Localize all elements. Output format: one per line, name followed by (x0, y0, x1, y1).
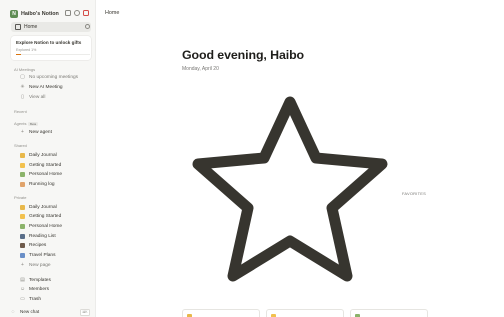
sidebar-item-label: Getting Started (29, 214, 62, 219)
plus-icon: + (21, 262, 24, 268)
wave-icon (20, 214, 25, 219)
wave-icon (20, 163, 25, 168)
section-agents: Agents Beta (14, 121, 38, 126)
section-recent: Recent (14, 109, 27, 114)
sidebar-item-label: New AI Meeting (29, 85, 63, 90)
airplane-icon (20, 253, 25, 258)
sidebar-item-label: Personal Home (29, 172, 63, 177)
workspace-switcher[interactable]: N Haibo's Notion (4, 8, 92, 20)
topbar: Home (96, 0, 504, 22)
sidebar-item-label: Templates (29, 278, 51, 283)
sidebar-item-shared-daily-journal[interactable]: Daily Journal (20, 151, 57, 160)
home-icon (15, 24, 21, 30)
favorites-label: FAVORITES (402, 191, 426, 196)
new-chat-label: New chat (20, 309, 40, 314)
section-agents-label: Agents (14, 121, 27, 126)
sparkle-icon: ✳ (20, 84, 25, 90)
section-ai-meetings: AI Meetings (14, 67, 36, 72)
section-private: Private (14, 195, 27, 200)
books-icon (20, 234, 25, 239)
templates-icon: ▤ (20, 277, 25, 283)
search-icon[interactable] (85, 24, 90, 29)
trash-icon: ▭ (20, 296, 25, 302)
sidebar-item-label: Travel Plans (29, 253, 56, 258)
chat-icon: ◌ (11, 308, 15, 315)
section-shared: Shared (14, 143, 27, 148)
members-icon: ☺ (19, 286, 26, 292)
sidebar-item-label: Getting Started (29, 163, 62, 168)
sidebar-item-shared-running-log[interactable]: Running log (20, 180, 55, 189)
sidebar-item-home[interactable]: Home (11, 22, 91, 32)
sidebar-item-daily-journal[interactable]: Daily Journal (20, 203, 57, 212)
calendar-icon: ▢ (20, 74, 25, 80)
plus-icon: + (21, 129, 24, 135)
sidebar-item-label: Running log (29, 182, 55, 187)
sidebar-item-label: Members (29, 287, 49, 292)
beta-badge: Beta (28, 121, 38, 126)
notebook-icon (20, 153, 25, 158)
sidebar-item-reading-list[interactable]: Reading List (20, 232, 56, 241)
runner-icon (20, 182, 25, 187)
sidebar-item-trash[interactable]: ▭ Trash (20, 295, 41, 304)
star-outline (192, 96, 388, 282)
promo-subtitle: Explored 1% (16, 48, 37, 52)
sidebar-item-personal-home[interactable]: Personal Home (20, 222, 62, 231)
new-chat-button[interactable]: ◌ New chat ⌘K (10, 307, 92, 316)
sidebar-item-label: Recipes (29, 243, 47, 248)
sidebar-item-shared-personal-home[interactable]: Personal Home (20, 170, 62, 179)
sidebar-item-label: Personal Home (29, 224, 63, 229)
recent-page-card[interactable] (182, 309, 260, 317)
house-icon (20, 224, 25, 229)
sidebar-item-new-agent[interactable]: + New agent (20, 128, 52, 137)
promo-progress-fill (16, 54, 22, 56)
recent-page-card[interactable] (266, 309, 344, 317)
sidebar-item-getting-started[interactable]: Getting Started (20, 212, 61, 221)
sidebar-item-travel-plans[interactable]: Travel Plans (20, 251, 55, 260)
breadcrumb[interactable]: Home (105, 10, 119, 16)
sidebar-item-new-ai-meeting[interactable]: ✳ New AI Meeting (20, 83, 63, 92)
sidebar-item-view-all[interactable]: ▯ View all (20, 93, 45, 102)
sidebar-item-shared-getting-started[interactable]: Getting Started (20, 161, 61, 170)
sidebar-item-no-meetings[interactable]: ▢ No upcoming meetings (20, 73, 78, 82)
promo-card[interactable]: Explore Notion to unlock gifts Explored … (11, 36, 91, 60)
sidebar-item-new-page[interactable]: + New page (20, 261, 51, 270)
pan-icon (20, 243, 25, 248)
new-page-icon[interactable] (83, 10, 89, 16)
sidebar-item-templates[interactable]: ▤ Templates (20, 276, 51, 285)
page-icon: ▯ (21, 94, 24, 100)
page-title: Good evening, Haibo (182, 48, 305, 62)
sidebar-item-label: Daily Journal (29, 205, 57, 210)
sidebar: N Haibo's Notion Home Explore Notion to … (0, 0, 96, 317)
inbox-icon[interactable] (65, 10, 71, 16)
date-label: Monday, April 20 (182, 66, 219, 72)
sidebar-item-label: New page (29, 263, 51, 268)
sidebar-item-label: View all (29, 95, 46, 100)
workspace-name: Haibo's Notion (21, 11, 59, 17)
sidebar-item-recipes[interactable]: Recipes (20, 241, 46, 250)
sidebar-item-label: New agent (29, 130, 52, 135)
promo-progress-bar (16, 54, 90, 56)
sidebar-item-label: No upcoming meetings (29, 75, 79, 80)
sidebar-item-members[interactable]: ☺ Members (20, 285, 49, 294)
promo-title: Explore Notion to unlock gifts (16, 40, 82, 45)
workspace-logo: N (10, 10, 18, 18)
house-icon (20, 172, 25, 177)
settings-icon[interactable] (74, 10, 80, 16)
notebook-icon (20, 205, 25, 210)
shortcut-badge: ⌘K (79, 308, 90, 316)
sidebar-item-label: Reading List (29, 234, 56, 239)
recent-page-card[interactable] (350, 309, 428, 317)
sidebar-item-label: Home (24, 24, 38, 30)
star-icon[interactable] (190, 94, 390, 286)
sidebar-item-label: Daily Journal (29, 153, 57, 158)
sidebar-item-label: Trash (29, 297, 42, 302)
